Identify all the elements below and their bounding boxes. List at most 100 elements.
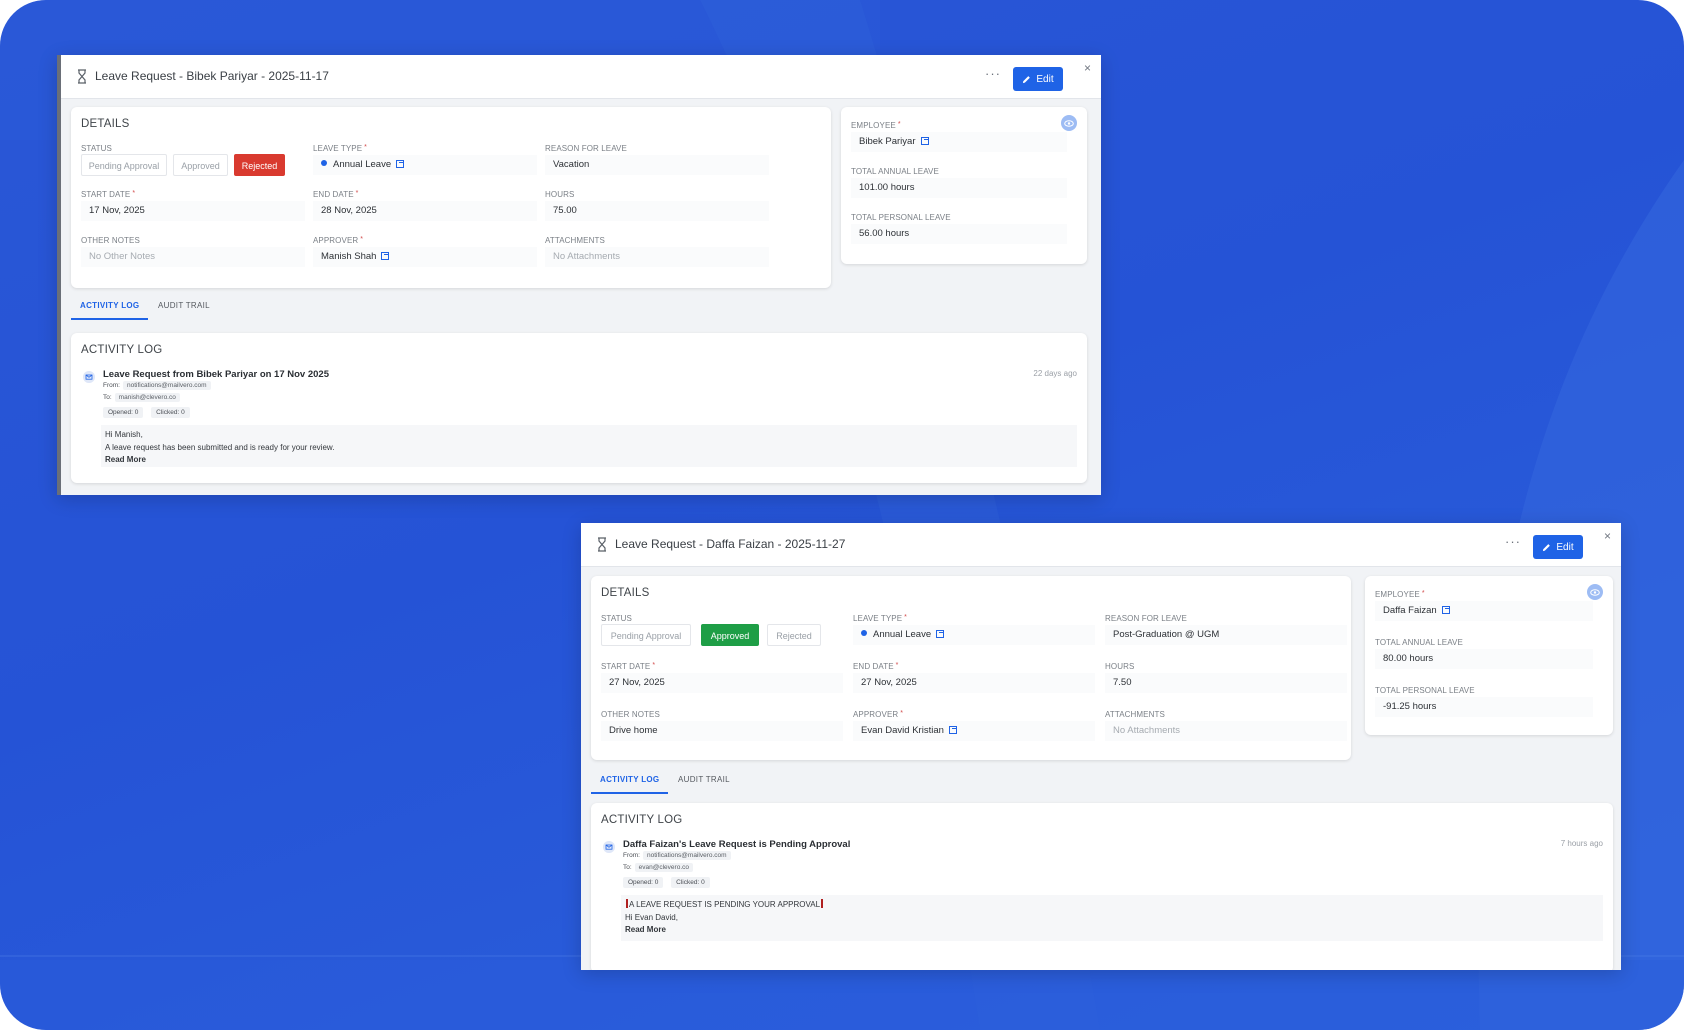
other-notes-field[interactable]: Drive home — [601, 721, 843, 741]
details-card: DETAILS STATUS Pending Approval Approved… — [591, 576, 1351, 760]
employee-label: EMPLOYEE * — [851, 121, 901, 130]
email-icon — [603, 841, 615, 853]
window-title: Leave Request - Daffa Faizan - 2025-11-2… — [615, 537, 846, 551]
log-body-line-1: A LEAVE REQUEST IS PENDING YOUR APPROVAL — [625, 899, 1599, 912]
hours-field[interactable]: 7.50 — [1105, 673, 1347, 693]
hours-field[interactable]: 75.00 — [545, 201, 769, 221]
end-date-field[interactable]: 28 Nov, 2025 — [313, 201, 537, 221]
total-annual-leave-value: 80.00 hours — [1375, 649, 1593, 669]
status-pending-button[interactable]: Pending Approval — [601, 624, 691, 646]
employee-value: Bibek Pariyar — [859, 136, 916, 147]
external-link-icon[interactable] — [1441, 606, 1450, 614]
employee-card: EMPLOYEE * Daffa Faizan TOTAL ANNUAL LEAV… — [1365, 576, 1613, 735]
log-from: From: notifications@mailvero.com — [103, 381, 211, 390]
tab-activity-log[interactable]: ACTIVITY LOG — [591, 769, 669, 794]
more-options-button[interactable]: ··· — [1505, 534, 1521, 549]
log-body: Hi Manish, A leave request has been subm… — [101, 425, 1077, 467]
end-date-field[interactable]: 27 Nov, 2025 — [853, 673, 1095, 693]
leave-type-label: LEAVE TYPE * — [853, 614, 907, 623]
log-to-address: manish@clevero.co — [114, 393, 180, 402]
details-title: DETAILS — [81, 118, 130, 130]
attachments-label: ATTACHMENTS — [545, 236, 605, 245]
approver-field[interactable]: Manish Shah — [313, 247, 537, 267]
total-personal-leave-label: TOTAL PERSONAL LEAVE — [851, 213, 951, 222]
opened-count: Opened: 0 — [623, 877, 664, 888]
approver-value: Evan David Kristian — [861, 725, 944, 736]
window-titlebar: Leave Request - Daffa Faizan - 2025-11-2… — [581, 523, 1621, 567]
edit-pencil-icon — [1543, 543, 1551, 551]
start-date-label: START DATE * — [81, 190, 136, 199]
edit-button-label: Edit — [1556, 541, 1574, 553]
log-body: A LEAVE REQUEST IS PENDING YOUR APPROVAL… — [621, 895, 1603, 941]
attachments-field[interactable]: No Attachments — [545, 247, 769, 267]
highlight-mark — [821, 899, 824, 908]
other-notes-label: OTHER NOTES — [81, 236, 140, 245]
leave-type-value: Annual Leave — [333, 159, 392, 170]
total-annual-leave-value: 101.00 hours — [851, 178, 1067, 198]
total-personal-leave-value: -91.25 hours — [1375, 697, 1593, 717]
external-link-icon[interactable] — [381, 252, 390, 260]
log-body-line-2: A leave request has been submitted and i… — [105, 442, 335, 452]
reason-field[interactable]: Vacation — [545, 155, 769, 175]
activity-log-title: ACTIVITY LOG — [601, 814, 683, 826]
reason-label: REASON FOR LEAVE — [545, 144, 627, 153]
approver-label: APPROVER * — [313, 236, 364, 245]
email-icon — [83, 371, 95, 383]
external-link-icon[interactable] — [920, 137, 929, 145]
status-rejected-button[interactable]: Rejected — [234, 154, 285, 176]
clicked-count: Clicked: 0 — [151, 407, 190, 418]
read-more-link[interactable]: Read More — [105, 454, 1073, 467]
leave-type-label: LEAVE TYPE * — [313, 144, 367, 153]
log-from-address: notifications@mailvero.com — [122, 381, 211, 390]
log-body-line-1: Hi Manish, — [105, 430, 143, 439]
edit-button[interactable]: Edit — [1533, 535, 1583, 559]
status-approved-button[interactable]: Approved — [173, 154, 228, 176]
opened-count: Opened: 0 — [103, 407, 144, 418]
activity-log-card: ACTIVITY LOG Leave Request from Bibek Pa… — [71, 333, 1087, 483]
details-card: DETAILS STATUS Pending Approval Approved… — [71, 107, 831, 288]
read-more-link[interactable]: Read More — [625, 924, 1599, 937]
employee-field[interactable]: Bibek Pariyar — [851, 132, 1067, 152]
details-title: DETAILS — [601, 587, 650, 599]
tab-audit-trail[interactable]: AUDIT TRAIL — [669, 769, 739, 792]
attachments-field[interactable]: No Attachments — [1105, 721, 1347, 741]
status-pending-button[interactable]: Pending Approval — [81, 154, 167, 176]
leave-type-value: Annual Leave — [873, 629, 932, 640]
external-link-icon[interactable] — [948, 726, 957, 734]
start-date-field[interactable]: 27 Nov, 2025 — [601, 673, 843, 693]
tab-audit-trail[interactable]: AUDIT TRAIL — [149, 295, 219, 318]
approver-field[interactable]: Evan David Kristian — [853, 721, 1095, 741]
hours-label: HOURS — [1105, 662, 1135, 671]
end-date-label: END DATE * — [853, 662, 899, 671]
eye-icon[interactable] — [1587, 584, 1603, 600]
log-subject[interactable]: Daffa Faizan's Leave Request is Pending … — [623, 839, 850, 850]
clicked-count: Clicked: 0 — [671, 877, 710, 888]
log-to: To: manish@clevero.co — [103, 393, 180, 402]
employee-field[interactable]: Daffa Faizan — [1375, 601, 1593, 621]
reason-field[interactable]: Post-Graduation @ UGM — [1105, 625, 1347, 645]
status-approved-button[interactable]: Approved — [701, 624, 759, 646]
log-time: 22 days ago — [1033, 369, 1077, 378]
external-link-icon[interactable] — [396, 160, 405, 168]
status-label: STATUS — [81, 144, 112, 153]
log-time: 7 hours ago — [1560, 839, 1603, 848]
start-date-field[interactable]: 17 Nov, 2025 — [81, 201, 305, 221]
attachments-label: ATTACHMENTS — [1105, 710, 1165, 719]
close-button[interactable]: × — [1604, 529, 1611, 543]
employee-value: Daffa Faizan — [1383, 605, 1437, 616]
leave-type-field[interactable]: Annual Leave — [853, 625, 1095, 645]
eye-icon[interactable] — [1061, 115, 1077, 131]
leave-type-dot — [861, 630, 867, 636]
log-from-address: notifications@mailvero.com — [642, 851, 731, 860]
tab-activity-log[interactable]: ACTIVITY LOG — [71, 295, 149, 320]
other-notes-field[interactable]: No Other Notes — [81, 247, 305, 267]
log-subject[interactable]: Leave Request from Bibek Pariyar on 17 N… — [103, 369, 329, 380]
employee-card: EMPLOYEE * Bibek Pariyar TOTAL ANNUAL LEA… — [841, 107, 1087, 264]
log-stats: Opened: 0 Clicked: 0 — [103, 407, 196, 418]
external-link-icon[interactable] — [936, 630, 945, 638]
status-label: STATUS — [601, 614, 632, 623]
activity-log-title: ACTIVITY LOG — [81, 344, 163, 356]
status-rejected-button[interactable]: Rejected — [767, 624, 821, 646]
hours-label: HOURS — [545, 190, 575, 199]
leave-type-field[interactable]: Annual Leave — [313, 155, 537, 175]
